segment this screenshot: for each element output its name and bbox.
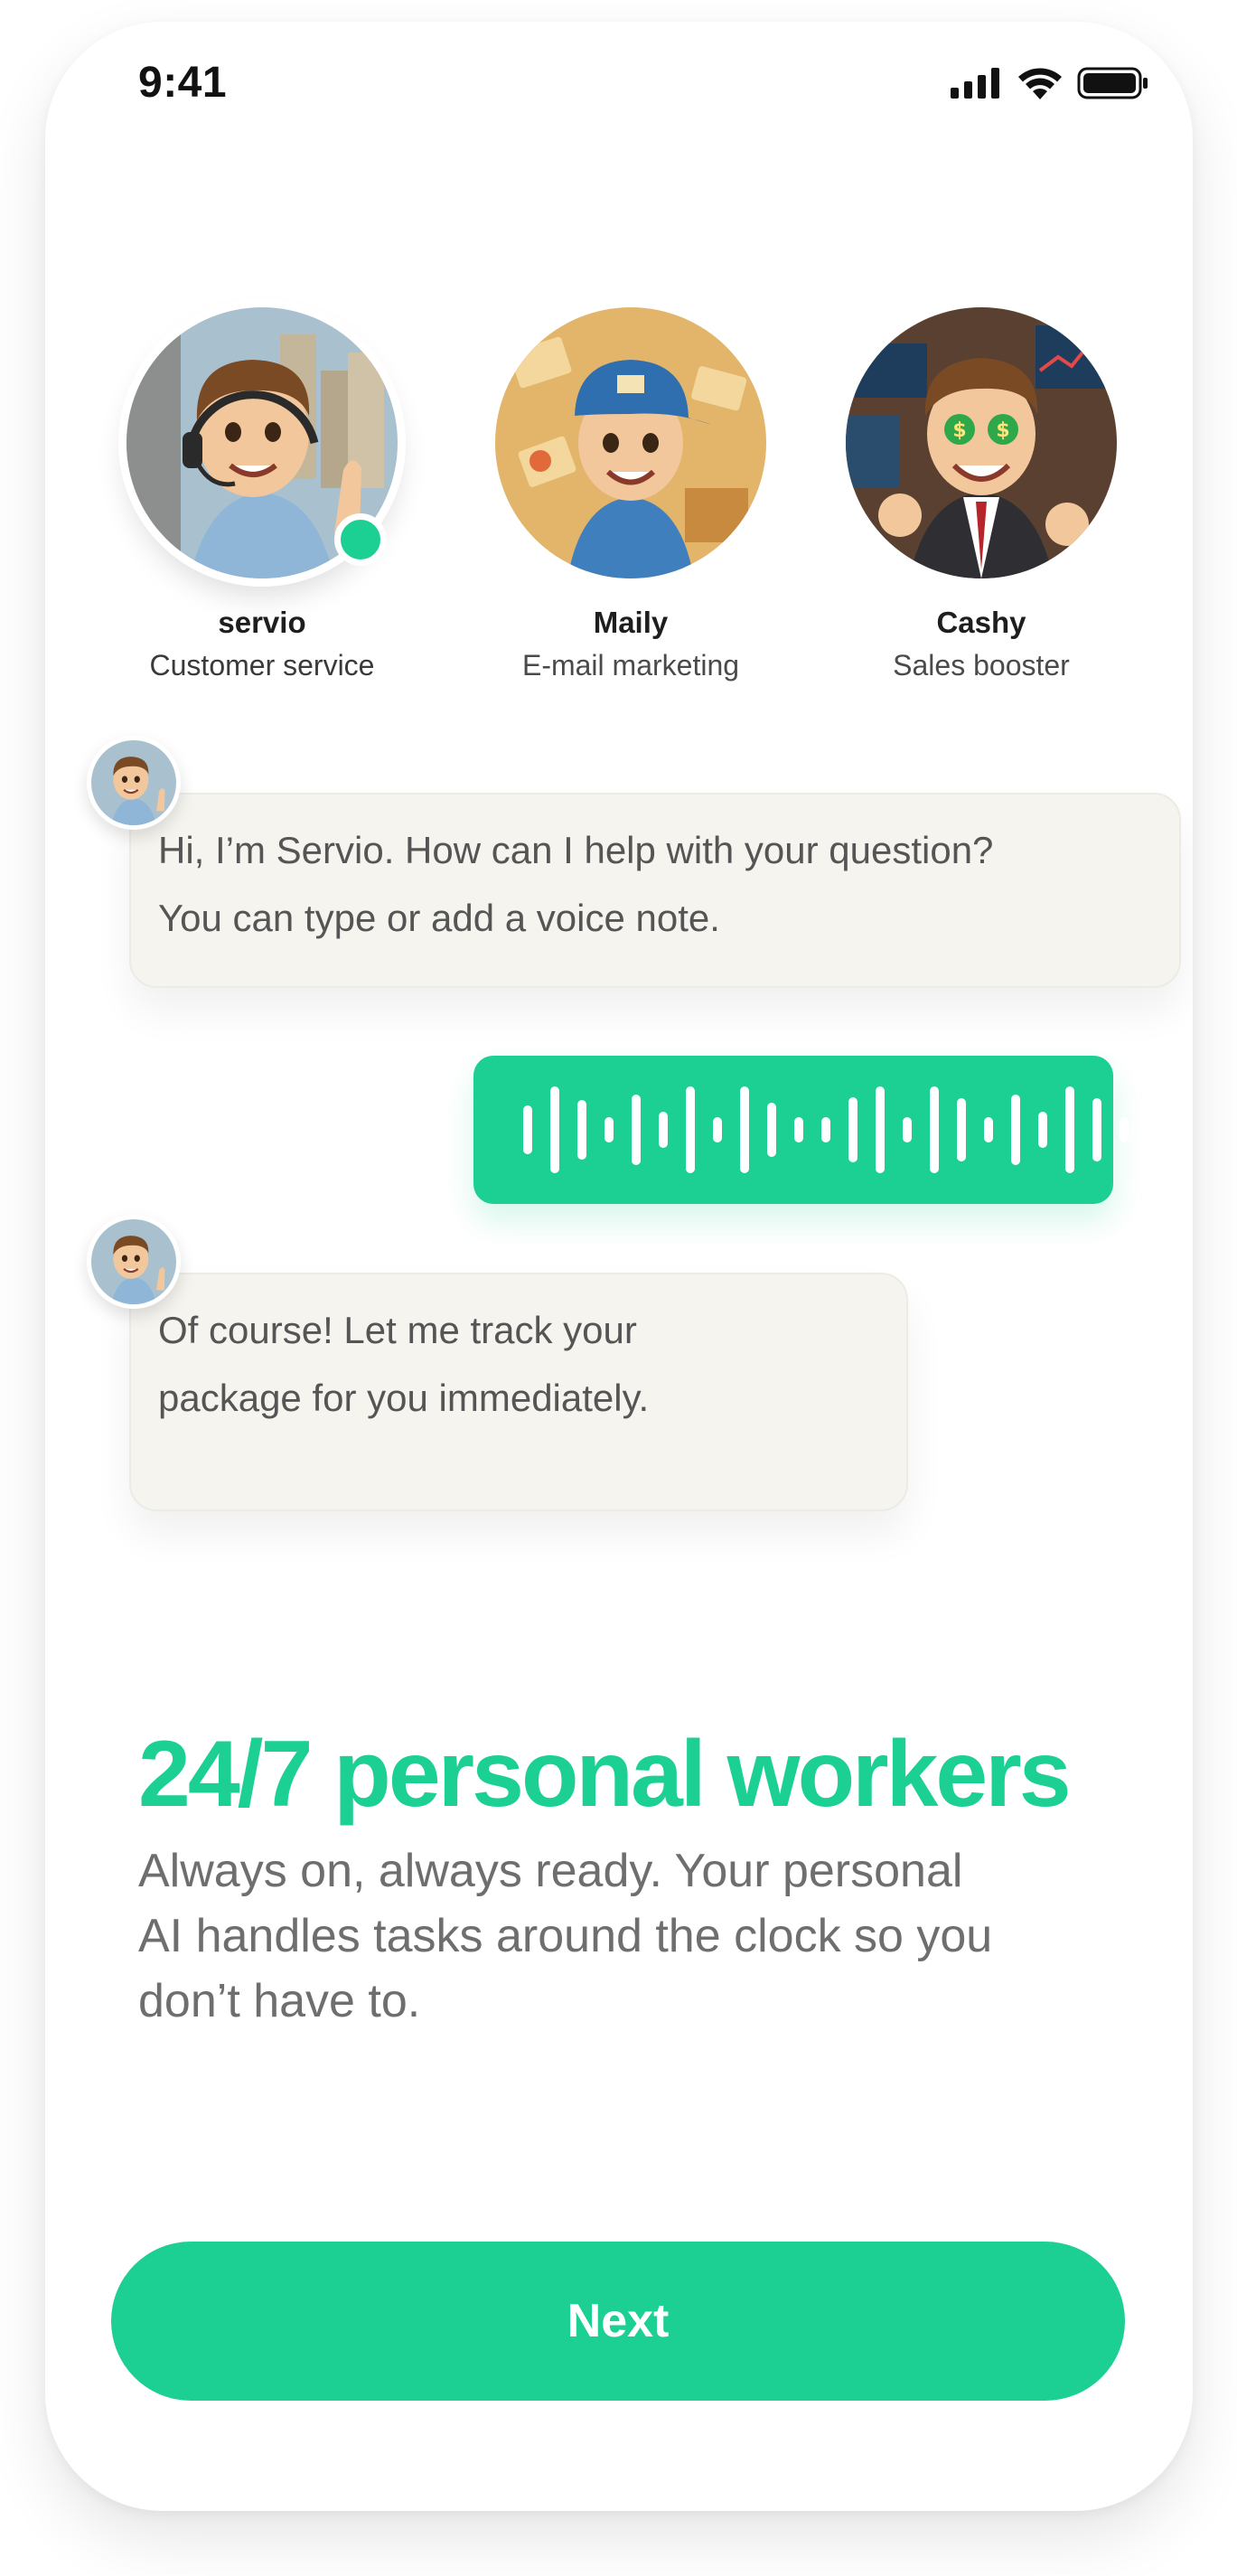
waveform-bar	[740, 1086, 749, 1173]
waveform-bar	[1038, 1112, 1047, 1148]
waveform-bar	[1120, 1117, 1129, 1142]
worker-role: E-mail marketing	[521, 649, 740, 682]
phone-screen: 9:41 servio Customer service Maily E-mai…	[45, 22, 1193, 2511]
waveform-icon	[523, 1086, 1193, 1173]
message-line: Hi, I’m Servio. How can I help with your…	[158, 829, 994, 871]
chat-bubble-assistant: Hi, I’m Servio. How can I help with your…	[129, 793, 1181, 988]
worker-role: Sales booster	[893, 649, 1070, 682]
servio-chat-avatar	[87, 1215, 181, 1309]
description-line: don’t have to.	[138, 1975, 421, 2027]
svg-text:$: $	[952, 419, 966, 442]
online-status-dot	[334, 513, 387, 566]
message-line: You can type or add a voice note.	[158, 897, 720, 939]
worker-card-cashy[interactable]: $ $ Cashy Sales booster	[828, 307, 1135, 682]
waveform-bar	[984, 1117, 993, 1142]
waveform-bar	[713, 1117, 722, 1142]
hero-description: Always on, always ready. Your personal A…	[138, 1838, 1114, 2034]
waveform-bar	[686, 1086, 695, 1173]
waveform-bar	[659, 1112, 668, 1148]
waveform-bar	[1011, 1095, 1020, 1165]
description-line: Always on, always ready. Your personal	[138, 1845, 963, 1897]
worker-name: Cashy	[936, 606, 1026, 639]
battery-icon	[1077, 67, 1148, 99]
waveform-bar	[957, 1098, 966, 1161]
waveform-bar	[632, 1095, 641, 1165]
svg-text:$: $	[996, 419, 1009, 442]
waveform-bar	[930, 1086, 939, 1173]
waveform-bar	[604, 1117, 614, 1142]
worker-card-maily[interactable]: Maily E-mail marketing	[477, 307, 784, 682]
message-line: package for you immediately.	[158, 1377, 650, 1419]
waveform-bar	[1174, 1105, 1183, 1154]
waveform-bar	[523, 1105, 532, 1154]
next-button[interactable]: Next	[111, 2242, 1125, 2401]
waveform-bar	[1092, 1098, 1101, 1161]
wifi-icon	[1018, 68, 1062, 99]
status-time: 9:41	[138, 59, 228, 107]
voice-note-bubble[interactable]	[473, 1056, 1183, 1204]
waveform-bar	[577, 1100, 586, 1160]
servio-chat-avatar	[87, 736, 181, 830]
waveform-bar	[550, 1086, 559, 1173]
waveform-bar	[821, 1117, 830, 1142]
message-line: Of course! Let me track your	[158, 1309, 637, 1351]
maily-avatar	[495, 307, 766, 578]
waveform-bar	[767, 1103, 776, 1157]
waveform-bar	[903, 1117, 912, 1142]
worker-role: Customer service	[149, 649, 375, 682]
waveform-bar	[876, 1086, 885, 1173]
chat-bubble-assistant: Of course! Let me track your package for…	[129, 1273, 908, 1511]
headline: 24/7 personal workers	[138, 1722, 1072, 1827]
signal-icon	[951, 68, 999, 99]
waveform-bar	[794, 1117, 803, 1142]
waveform-bar	[1147, 1086, 1156, 1173]
worker-card-servio[interactable]: servio Customer service	[108, 307, 416, 682]
cashy-avatar: $ $	[846, 307, 1117, 578]
worker-name: Maily	[593, 606, 669, 639]
status-icons	[951, 67, 1149, 99]
waveform-bar	[848, 1097, 857, 1162]
waveform-bar	[1065, 1086, 1074, 1173]
worker-name: servio	[218, 606, 306, 639]
description-line: AI handles tasks around the clock so you	[138, 1910, 993, 1962]
